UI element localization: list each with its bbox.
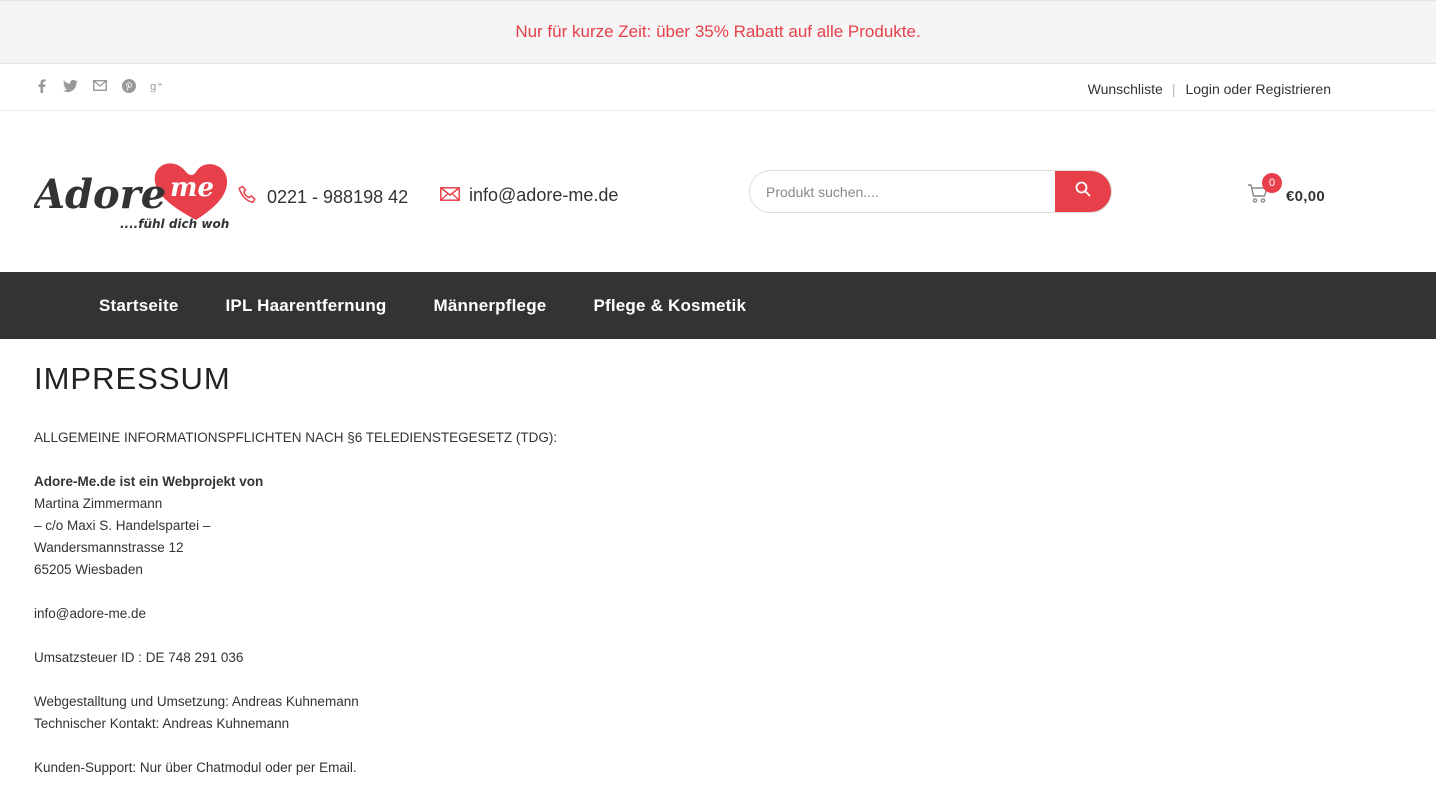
logo-text: Adore <box>34 171 166 218</box>
webproject-label: Adore-Me.de ist ein Webprojekt von <box>34 474 264 489</box>
search-input[interactable] <box>750 171 1055 212</box>
top-bar: g + Wunschliste | Login oder Registrieren <box>0 64 1436 111</box>
cart[interactable]: 0 €0,00 <box>1247 173 1326 209</box>
vat-id: Umsatzsteuer ID : DE 748 291 036 <box>34 650 244 665</box>
logo[interactable]: me Adore ....fühl dich wohl <box>30 158 234 233</box>
promo-bar: Nur für kurze Zeit: über 35% Rabatt auf … <box>0 0 1436 64</box>
google-plus-icon[interactable]: g + <box>150 78 165 93</box>
facebook-icon[interactable] <box>34 78 49 93</box>
nav-item-ipl-haarentfernung[interactable]: IPL Haarentfernung <box>225 296 386 316</box>
search-button[interactable] <box>1055 171 1111 212</box>
svg-text:+: + <box>158 80 163 89</box>
phone-contact: 0221 - 988198 42 <box>238 185 408 210</box>
logo-heart-text: me <box>170 173 214 203</box>
mail-icon[interactable] <box>92 78 107 93</box>
nav-item-maennerpflege[interactable]: Männerpflege <box>434 296 547 316</box>
svg-text:g: g <box>150 80 156 91</box>
nav-item-pflege-kosmetik[interactable]: Pflege & Kosmetik <box>593 296 746 316</box>
login-link[interactable]: Login oder Registrieren <box>1185 81 1331 97</box>
pinterest-icon[interactable] <box>121 78 136 93</box>
envelope-icon <box>440 185 460 206</box>
owner-name: Martina Zimmermann <box>34 496 163 511</box>
account-links: Wunschliste | Login oder Registrieren <box>1088 81 1331 97</box>
support-info: Kunden-Support: Nur über Chatmodul oder … <box>34 760 357 775</box>
info-heading: ALLGEMEINE INFORMATIONSPFLICHTEN NACH §6… <box>34 430 558 445</box>
city-address: 65205 Wiesbaden <box>34 562 143 577</box>
phone-icon <box>238 185 258 210</box>
nav-item-startseite[interactable]: Startseite <box>99 296 178 316</box>
promo-text: Nur für kurze Zeit: über 35% Rabatt auf … <box>515 22 921 41</box>
logo-tagline: ....fühl dich wohl <box>120 217 229 231</box>
cart-total: €0,00 <box>1286 188 1326 205</box>
social-links: g + <box>34 78 165 93</box>
care-of: – c/o Maxi S. Handelspartei – <box>34 518 211 533</box>
link-separator: | <box>1171 80 1176 97</box>
main-nav: Startseite IPL Haarentfernung Männerpfle… <box>0 272 1436 339</box>
page-content: IMPRESSUM ALLGEMEINE INFORMATIONSPFLICHT… <box>0 339 1436 779</box>
webdesign-credit: Webgestalltung und Umsetzung: Andreas Ku… <box>34 694 359 709</box>
street-address: Wandersmannstrasse 12 <box>34 540 184 555</box>
page-title: IMPRESSUM <box>34 361 231 396</box>
tech-contact: Technischer Kontakt: Andreas Kuhnemann <box>34 716 290 731</box>
site-header: me Adore ....fühl dich wohl 0221 - 98819… <box>0 111 1436 272</box>
wishlist-link[interactable]: Wunschliste <box>1088 81 1163 97</box>
phone-number[interactable]: 0221 - 988198 42 <box>267 187 408 208</box>
twitter-icon[interactable] <box>63 78 78 93</box>
email-address[interactable]: info@adore-me.de <box>469 185 618 206</box>
search-icon <box>1075 181 1091 202</box>
search-form <box>749 170 1112 213</box>
cart-count-badge: 0 <box>1262 173 1282 193</box>
content-email[interactable]: info@adore-me.de <box>34 603 1402 625</box>
email-contact: info@adore-me.de <box>440 185 618 206</box>
